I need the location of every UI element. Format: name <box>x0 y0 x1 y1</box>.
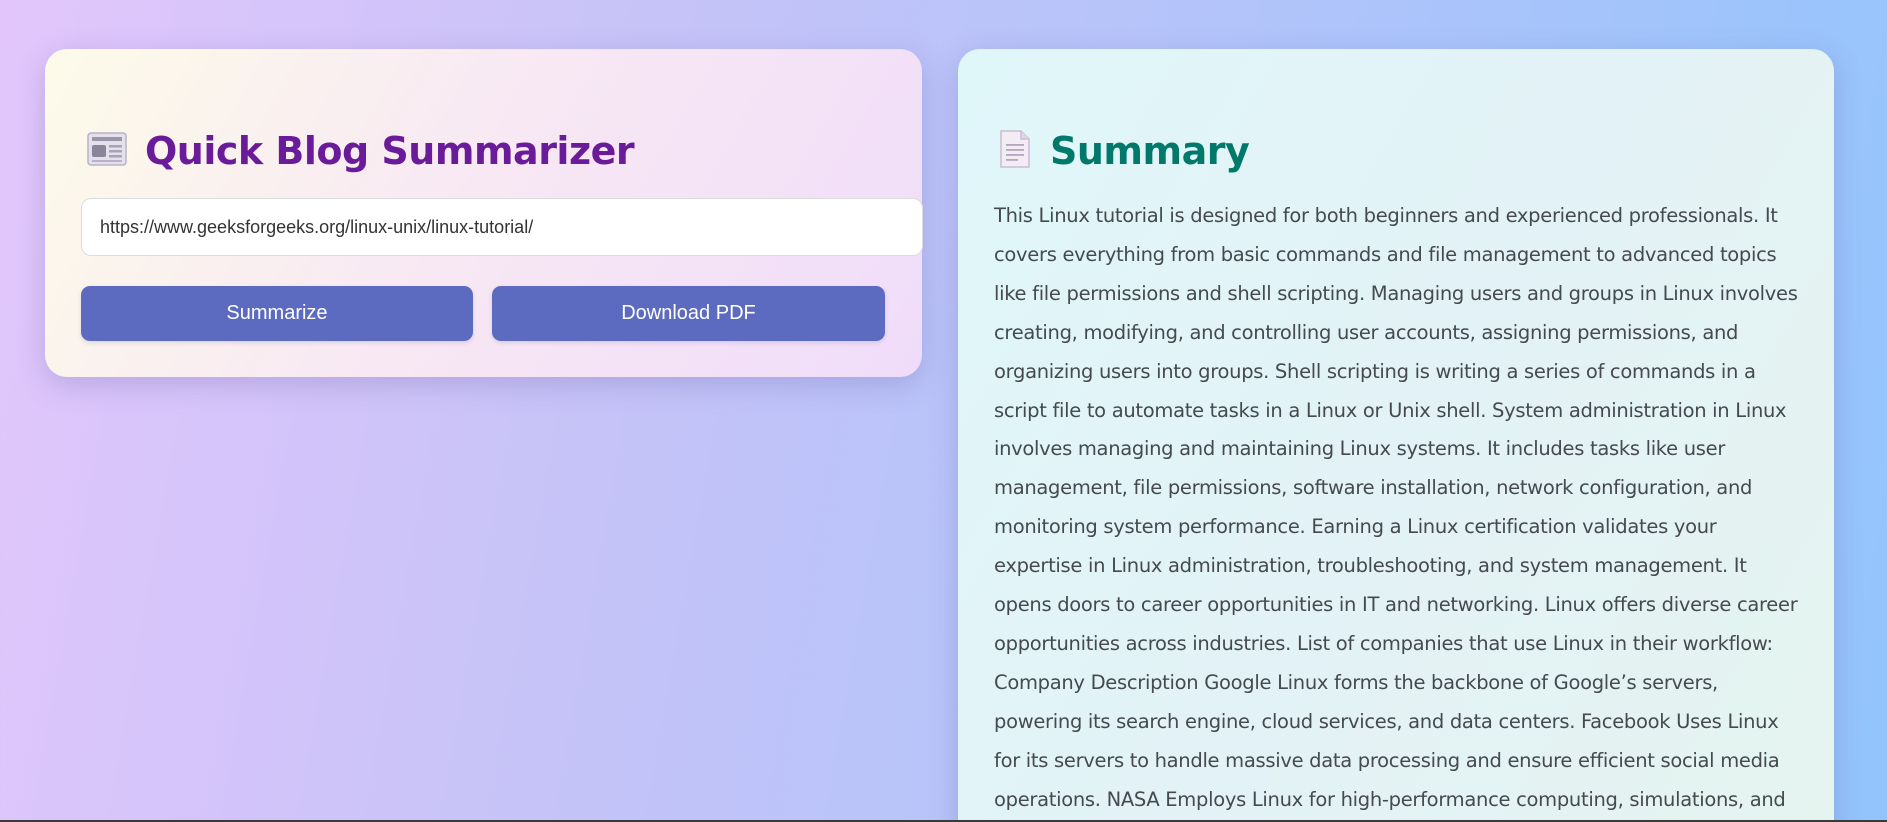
summary-title: Summary <box>1050 129 1250 173</box>
newspaper-icon <box>87 131 127 171</box>
document-icon <box>998 129 1032 173</box>
download-pdf-button[interactable]: Download PDF <box>492 286 885 341</box>
summarize-button[interactable]: Summarize <box>81 286 473 341</box>
app-title: Quick Blog Summarizer <box>145 129 635 173</box>
summary-card: Summary This Linux tutorial is designed … <box>958 49 1834 822</box>
summary-header: Summary <box>998 121 1250 181</box>
summarizer-card: Quick Blog Summarizer Summarize Download… <box>45 49 923 377</box>
summary-text: This Linux tutorial is designed for both… <box>994 204 1798 811</box>
summarizer-header: Quick Blog Summarizer <box>87 121 635 181</box>
url-input[interactable] <box>81 198 923 256</box>
